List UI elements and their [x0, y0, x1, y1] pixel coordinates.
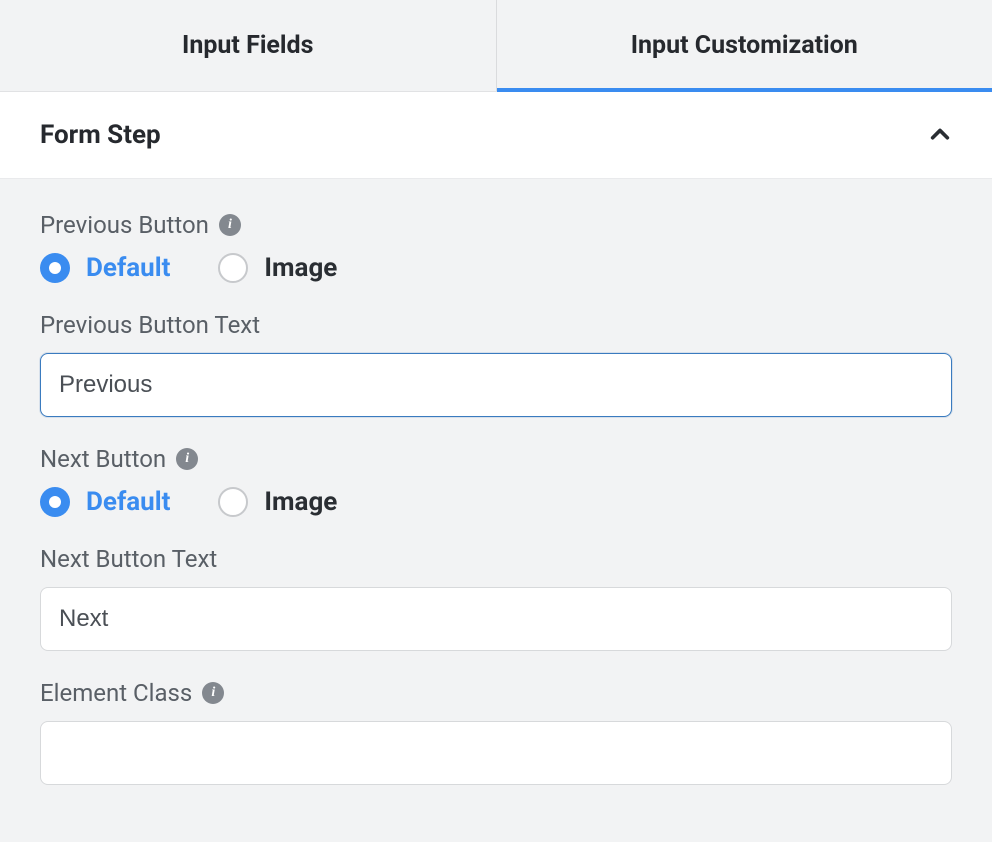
label-row-previous-button-text: Previous Button Text — [40, 311, 952, 339]
label-previous-button: Previous Button — [40, 211, 209, 239]
radio-inner — [49, 496, 61, 508]
info-icon[interactable]: i — [202, 682, 224, 704]
radio-outer — [218, 487, 248, 517]
info-icon[interactable]: i — [219, 214, 241, 236]
label-row-next-button: Next Button i — [40, 445, 952, 473]
section-title: Form Step — [40, 120, 161, 150]
radio-inner — [49, 262, 61, 274]
radio-row-next-button: Default Image — [40, 487, 952, 517]
label-row-element-class: Element Class i — [40, 679, 952, 707]
radio-row-previous-button: Default Image — [40, 253, 952, 283]
label-previous-button-text: Previous Button Text — [40, 311, 260, 339]
radio-label-previous-default: Default — [86, 253, 170, 283]
label-next-button-text: Next Button Text — [40, 545, 217, 573]
field-previous-button-text: Previous Button Text — [40, 311, 952, 417]
radio-label-previous-image: Image — [264, 253, 337, 283]
label-element-class: Element Class — [40, 679, 192, 707]
field-previous-button: Previous Button i Default Image — [40, 211, 952, 283]
field-element-class: Element Class i — [40, 679, 952, 785]
radio-label-next-image: Image — [264, 487, 337, 517]
input-previous-button-text[interactable] — [40, 353, 952, 417]
field-next-button-text: Next Button Text — [40, 545, 952, 651]
radio-next-default[interactable]: Default — [40, 487, 170, 517]
section-header[interactable]: Form Step — [0, 92, 992, 178]
tab-input-fields[interactable]: Input Fields — [0, 0, 496, 91]
radio-outer — [218, 253, 248, 283]
tab-input-customization[interactable]: Input Customization — [497, 0, 992, 91]
label-next-button: Next Button — [40, 445, 166, 473]
radio-previous-default[interactable]: Default — [40, 253, 170, 283]
info-icon[interactable]: i — [176, 448, 198, 470]
panel-form-step: Previous Button i Default Image Previous… — [0, 179, 992, 825]
input-next-button-text[interactable] — [40, 587, 952, 651]
tab-input-customization-label: Input Customization — [631, 31, 858, 60]
tabs-container: Input Fields Input Customization — [0, 0, 992, 92]
field-next-button: Next Button i Default Image — [40, 445, 952, 517]
radio-label-next-default: Default — [86, 487, 170, 517]
radio-outer — [40, 253, 70, 283]
chevron-up-icon — [928, 123, 952, 147]
input-element-class[interactable] — [40, 721, 952, 785]
label-row-previous-button: Previous Button i — [40, 211, 952, 239]
tab-input-fields-label: Input Fields — [182, 31, 313, 60]
radio-previous-image[interactable]: Image — [218, 253, 337, 283]
radio-outer — [40, 487, 70, 517]
section-form-step: Form Step — [0, 92, 992, 179]
label-row-next-button-text: Next Button Text — [40, 545, 952, 573]
radio-next-image[interactable]: Image — [218, 487, 337, 517]
